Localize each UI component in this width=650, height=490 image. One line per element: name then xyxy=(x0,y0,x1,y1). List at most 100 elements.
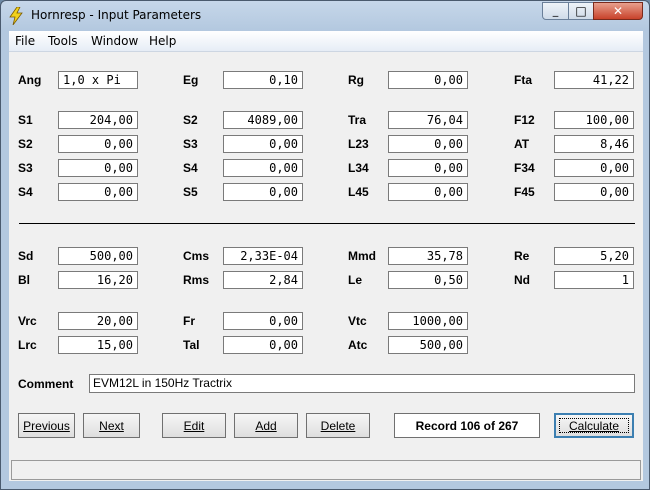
label-s4: S4 xyxy=(183,161,198,175)
field-l34[interactable]: 0,00 xyxy=(388,159,468,177)
calculate-button[interactable]: Calculate xyxy=(554,413,634,438)
label-nd: Nd xyxy=(514,273,530,287)
field-fta[interactable]: 41,22 xyxy=(554,71,634,89)
label-vtc: Vtc xyxy=(348,314,367,328)
label-l23: L23 xyxy=(348,137,369,151)
field-tra[interactable]: 76,04 xyxy=(388,111,468,129)
field-le[interactable]: 0,50 xyxy=(388,271,468,289)
field-nd[interactable]: 1 xyxy=(554,271,634,289)
label-mmd: Mmd xyxy=(348,249,376,263)
label-f34: F34 xyxy=(514,161,535,175)
close-icon: ✕ xyxy=(612,4,624,18)
label-vrc: Vrc xyxy=(18,314,37,328)
next-label: Next xyxy=(99,418,124,433)
field-s5[interactable]: 0,00 xyxy=(223,183,303,201)
label-at: AT xyxy=(514,137,530,151)
label-s3-seg3: S3 xyxy=(18,161,33,175)
title-bar[interactable]: Hornresp - Input Parameters _ □ ✕ xyxy=(1,1,649,31)
field-vtc[interactable]: 1000,00 xyxy=(388,312,468,330)
label-eg: Eg xyxy=(183,73,199,87)
field-l45[interactable]: 0,00 xyxy=(388,183,468,201)
field-l23[interactable]: 0,00 xyxy=(388,135,468,153)
field-mmd[interactable]: 35,78 xyxy=(388,247,468,265)
field-ang[interactable]: 1,0 x Pi xyxy=(58,71,138,89)
label-ang: Ang xyxy=(18,73,42,87)
label-comment: Comment xyxy=(18,377,74,391)
label-s3: S3 xyxy=(183,137,198,151)
menu-bar: File Tools Window Help xyxy=(9,31,643,52)
field-f34[interactable]: 0,00 xyxy=(554,159,634,177)
field-s2[interactable]: 4089,00 xyxy=(223,111,303,129)
field-fr[interactable]: 0,00 xyxy=(223,312,303,330)
label-atc: Atc xyxy=(348,338,368,352)
window-title: Hornresp - Input Parameters xyxy=(31,8,202,22)
parameters-panel: Ang 1,0 x Pi Eg 0,10 Rg 0,00 Fta 41,22 S… xyxy=(9,52,643,481)
add-button[interactable]: Add xyxy=(234,413,298,438)
record-indicator: Record 106 of 267 xyxy=(394,413,540,438)
previous-label: Previous xyxy=(23,418,70,433)
label-f12: F12 xyxy=(514,113,535,127)
field-bl[interactable]: 16,20 xyxy=(58,271,138,289)
menu-window[interactable]: Window xyxy=(91,34,138,48)
label-re: Re xyxy=(514,249,530,263)
label-rms: Rms xyxy=(183,273,210,287)
lightning-icon xyxy=(9,7,23,25)
field-lrc[interactable]: 15,00 xyxy=(58,336,138,354)
previous-button[interactable]: Previous xyxy=(18,413,75,438)
label-sd: Sd xyxy=(18,249,34,263)
field-atc[interactable]: 500,00 xyxy=(388,336,468,354)
delete-button[interactable]: Delete xyxy=(306,413,370,438)
label-le: Le xyxy=(348,273,363,287)
menu-file[interactable]: File xyxy=(15,34,35,48)
hornresp-window: Hornresp - Input Parameters _ □ ✕ File T… xyxy=(0,0,650,490)
label-rg: Rg xyxy=(348,73,364,87)
field-re[interactable]: 5,20 xyxy=(554,247,634,265)
label-tal: Tal xyxy=(183,338,200,352)
label-s2-seg2: S2 xyxy=(18,137,33,151)
label-s2: S2 xyxy=(183,113,198,127)
menu-help[interactable]: Help xyxy=(149,34,176,48)
comment-field[interactable]: EVM12L in 150Hz Tractrix xyxy=(89,374,635,393)
minimize-icon: _ xyxy=(552,4,559,17)
label-cms: Cms xyxy=(183,249,210,263)
field-tal[interactable]: 0,00 xyxy=(223,336,303,354)
label-tra: Tra xyxy=(348,113,367,127)
label-s4-seg4: S4 xyxy=(18,185,33,199)
edit-label: Edit xyxy=(183,418,205,433)
field-sd[interactable]: 500,00 xyxy=(58,247,138,265)
label-s1: S1 xyxy=(18,113,33,127)
section-divider xyxy=(19,223,635,224)
field-s3-seg3[interactable]: 0,00 xyxy=(58,159,138,177)
label-fr: Fr xyxy=(183,314,195,328)
field-s4-seg4[interactable]: 0,00 xyxy=(58,183,138,201)
delete-label: Delete xyxy=(320,418,356,433)
field-s3[interactable]: 0,00 xyxy=(223,135,303,153)
maximize-icon: □ xyxy=(575,4,587,18)
close-button[interactable]: ✕ xyxy=(593,2,643,20)
field-s1[interactable]: 204,00 xyxy=(58,111,138,129)
minimize-button[interactable]: _ xyxy=(542,2,569,20)
add-label: Add xyxy=(255,418,277,433)
field-s4[interactable]: 0,00 xyxy=(223,159,303,177)
label-l45: L45 xyxy=(348,185,369,199)
label-l34: L34 xyxy=(348,161,369,175)
next-button[interactable]: Next xyxy=(83,413,140,438)
status-bar xyxy=(11,460,641,480)
menu-tools[interactable]: Tools xyxy=(48,34,78,48)
field-cms[interactable]: 2,33E-04 xyxy=(223,247,303,265)
field-f45[interactable]: 0,00 xyxy=(554,183,634,201)
label-fta: Fta xyxy=(514,73,532,87)
edit-button[interactable]: Edit xyxy=(162,413,226,438)
field-at[interactable]: 8,46 xyxy=(554,135,634,153)
field-rms[interactable]: 2,84 xyxy=(223,271,303,289)
maximize-button[interactable]: □ xyxy=(568,2,594,20)
label-bl: Bl xyxy=(18,273,30,287)
field-vrc[interactable]: 20,00 xyxy=(58,312,138,330)
field-rg[interactable]: 0,00 xyxy=(388,71,468,89)
label-lrc: Lrc xyxy=(18,338,37,352)
field-eg[interactable]: 0,10 xyxy=(223,71,303,89)
label-s5: S5 xyxy=(183,185,198,199)
label-f45: F45 xyxy=(514,185,535,199)
field-s2-seg2[interactable]: 0,00 xyxy=(58,135,138,153)
field-f12[interactable]: 100,00 xyxy=(554,111,634,129)
